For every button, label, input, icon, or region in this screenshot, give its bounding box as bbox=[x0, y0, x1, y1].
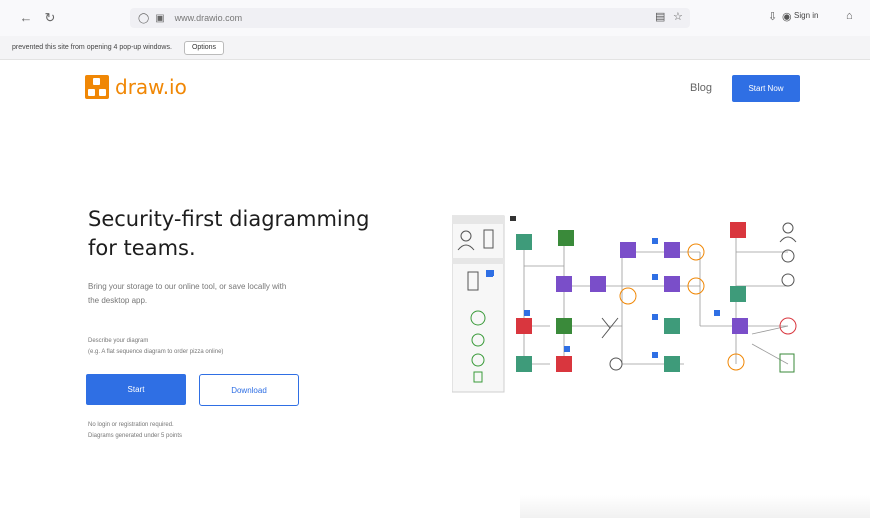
url-text: www.drawio.com bbox=[174, 13, 243, 23]
blog-link[interactable]: Blog bbox=[690, 82, 712, 94]
download-button[interactable]: Download bbox=[199, 374, 299, 406]
star-icon[interactable]: ☆ bbox=[673, 10, 683, 23]
signin-link[interactable]: Sign in bbox=[794, 11, 818, 20]
describe-label: Describe your diagram bbox=[88, 338, 149, 344]
describe-prompt[interactable]: Describe your diagram (e.g. A flat seque… bbox=[88, 336, 348, 358]
logo-icon bbox=[85, 75, 109, 99]
browser-toolbar: ← ↻ ◯ ▣ www.drawio.com ▤ ☆ ⇩ ◉ Sign in ⌂ bbox=[0, 0, 870, 36]
start-now-button[interactable]: Start Now bbox=[732, 75, 800, 102]
popup-blocked-text: prevented this site from opening 4 pop-u… bbox=[12, 44, 172, 51]
options-button[interactable]: Options bbox=[183, 40, 225, 55]
subline-line-2: the desktop app. bbox=[88, 296, 148, 305]
popup-blocked-bar: prevented this site from opening 4 pop-u… bbox=[0, 36, 870, 60]
hero-subline: Bring your storage to our online tool, o… bbox=[88, 280, 378, 308]
bottom-fade bbox=[520, 495, 870, 518]
aws-diagram-illustration bbox=[452, 215, 797, 393]
fine-print-line-2: Diagrams generated under 5 points bbox=[88, 433, 183, 439]
account-icon[interactable]: ◉ bbox=[782, 10, 792, 23]
page-title: Security-first diagramming for teams. bbox=[88, 205, 408, 263]
reader-icon[interactable]: ▤ bbox=[655, 10, 665, 23]
menu-icon[interactable]: ⌂ bbox=[846, 10, 853, 22]
logo-text: draw.io bbox=[115, 75, 187, 99]
fine-print-line-1: No login or registration required. bbox=[88, 422, 174, 428]
address-bar[interactable]: ◯ ▣ www.drawio.com bbox=[130, 8, 690, 28]
back-arrow-icon[interactable]: ← bbox=[18, 10, 34, 26]
shield-icon: ◯ bbox=[138, 12, 150, 24]
drawio-logo[interactable]: draw.io bbox=[85, 75, 187, 99]
download-icon[interactable]: ⇩ bbox=[768, 10, 777, 23]
describe-placeholder: (e.g. A flat sequence diagram to order p… bbox=[88, 349, 224, 355]
start-button[interactable]: Start bbox=[86, 374, 186, 405]
headline-line-2: for teams. bbox=[88, 236, 196, 260]
headline-line-1: Security-first diagramming bbox=[88, 207, 370, 231]
lock-icon: ▣ bbox=[155, 12, 165, 24]
subline-line-1: Bring your storage to our online tool, o… bbox=[88, 282, 287, 291]
fine-print: No login or registration required. Diagr… bbox=[88, 420, 288, 442]
reload-icon[interactable]: ↻ bbox=[42, 10, 58, 26]
